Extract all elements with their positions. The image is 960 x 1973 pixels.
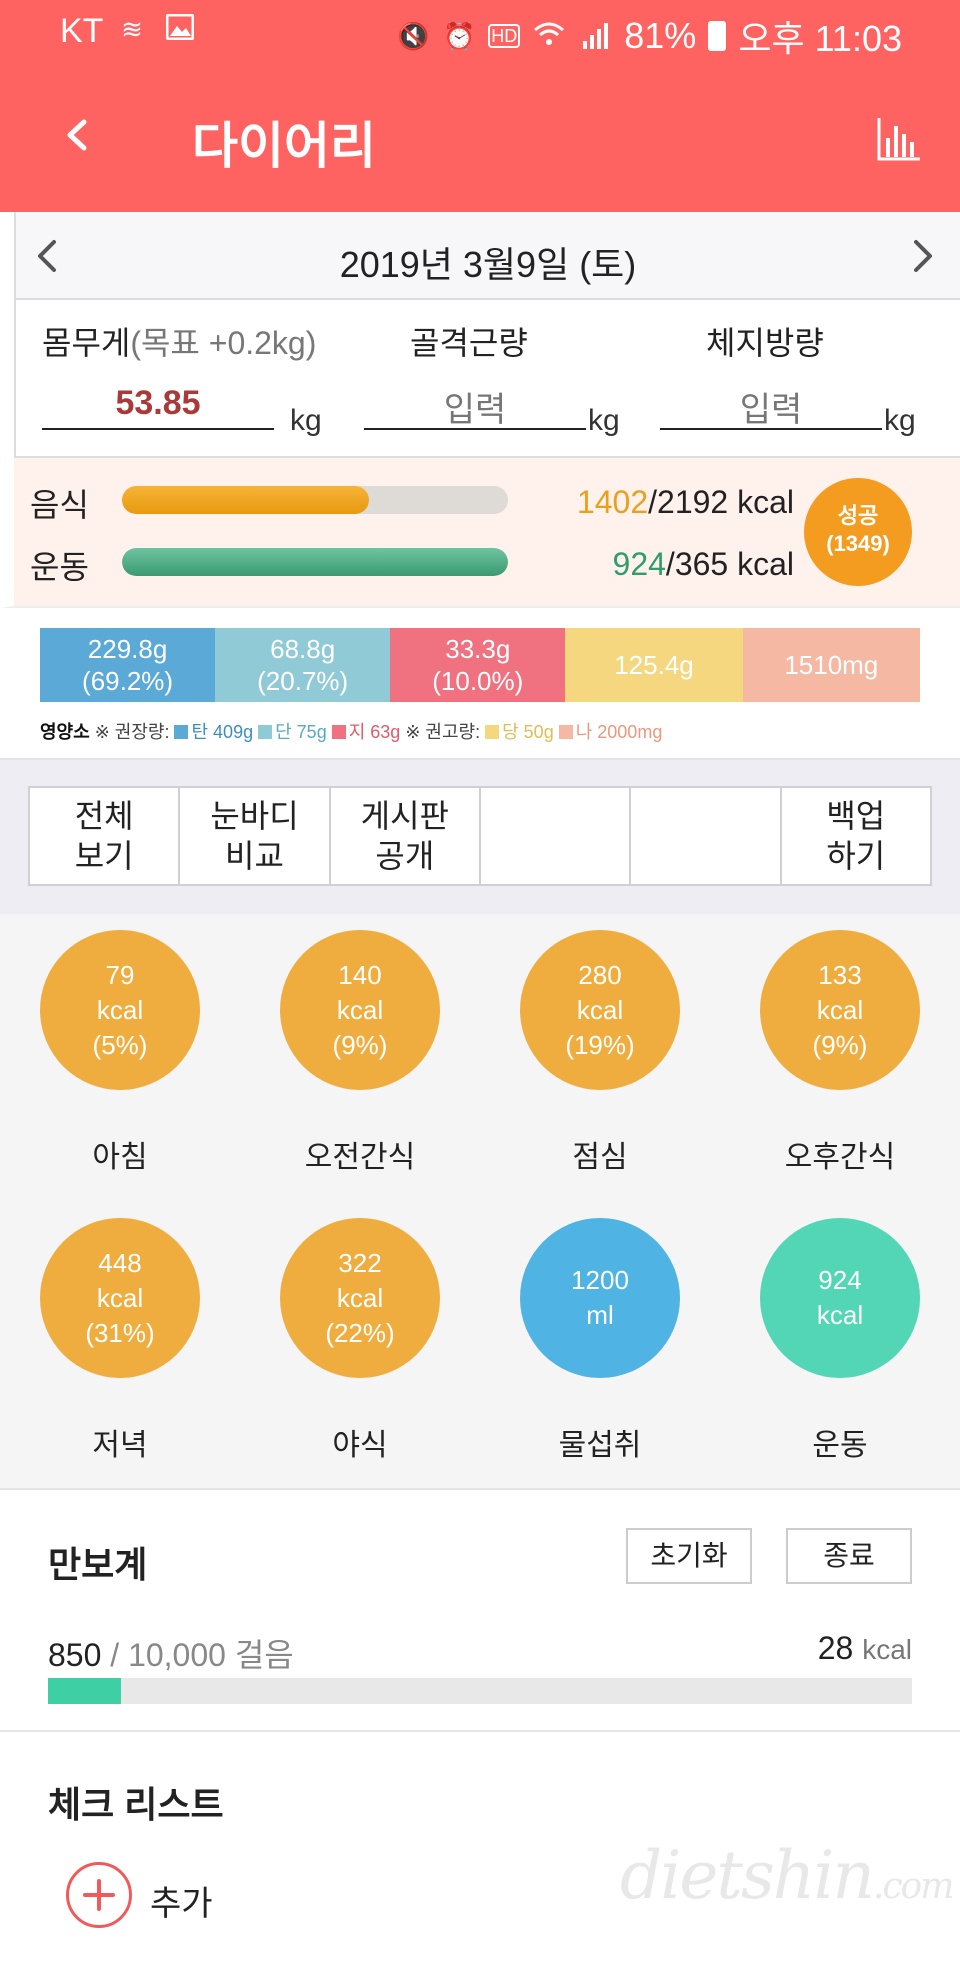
alarm-icon: ⏰ (443, 21, 476, 51)
meal-label: 야식 (332, 1429, 388, 1462)
app-header: 다이어리 (0, 62, 960, 212)
wave-icon: ≋ (121, 14, 143, 44)
exercise-kcal: 924/365 kcal (612, 546, 794, 582)
fat-input[interactable]: 입력 (660, 382, 882, 431)
add-checklist-label[interactable]: 추가 (150, 1876, 213, 1925)
fat-label: 체지방량 (706, 325, 824, 361)
muscle-label: 골격근량 (410, 325, 528, 361)
meal-kcal-circle[interactable]: 924 kcal (760, 1218, 920, 1378)
signal-icon (578, 21, 612, 51)
step-count: 850 / 10,000 걸음 (48, 1637, 294, 1673)
action-button[interactable]: 백업 하기 (782, 788, 930, 884)
nutrient-bar[interactable]: 229.8g (69.2%) 68.8g (20.7%) 33.3g (10.0%) 125… (40, 628, 920, 702)
nutrient-segment: 1510mg (742, 628, 920, 702)
mute-icon: 🔇 (397, 21, 430, 51)
carrier-label: KT (60, 12, 104, 50)
date-navigator: 2019년 3월9일 (토) (14, 212, 960, 300)
action-grid: 전체 보기 눈바디 비교 게시판 공개 백업 하기 (28, 786, 932, 886)
weight-label: 몸무게 (42, 325, 131, 361)
food-progress-bar (122, 486, 508, 514)
pedometer-kcal: 28 kcal (817, 1630, 912, 1666)
pedometer-section: 만보계 초기화 종료 850 / 10,000 걸음 28 kcal (0, 1492, 960, 1732)
page-title: 다이어리 (192, 118, 376, 174)
step-progress-bar (48, 1678, 912, 1704)
exercise-label: 운동 (30, 549, 89, 585)
calorie-summary[interactable]: 음식 1402/2192 kcal 운동 924/365 kcal 성공 (13… (0, 458, 960, 608)
meal-kcal-circle[interactable]: 133 kcal (9%) (760, 930, 920, 1090)
meal-item[interactable]: 448 kcal (31%) 저녁 (30, 1218, 210, 1464)
meal-item[interactable]: 924 kcal 운동 (750, 1218, 930, 1464)
meal-kcal-circle[interactable]: 140 kcal (9%) (280, 930, 440, 1090)
fat-unit: kg (884, 404, 916, 437)
weight-unit: kg (290, 404, 322, 437)
checklist-title: 체크 리스트 (48, 1784, 224, 1825)
muscle-input[interactable]: 입력 (364, 382, 586, 431)
reset-button[interactable]: 초기화 (626, 1528, 752, 1584)
meal-kcal-circle[interactable]: 79 kcal (5%) (40, 930, 200, 1090)
pedometer-title: 만보계 (48, 1544, 148, 1585)
muscle-section: 골격근량 (410, 318, 528, 364)
weight-section: 몸무게(목표 +0.2kg) (42, 318, 316, 364)
exercise-progress-bar (122, 548, 508, 576)
meal-kcal-circle[interactable]: 1200 ml (520, 1218, 680, 1378)
battery-icon (708, 21, 727, 51)
battery-percent: 81% (624, 15, 697, 56)
meal-kcal-circle[interactable]: 280 kcal (19%) (520, 930, 680, 1090)
nutrient-segment: 68.8g (20.7%) (215, 628, 391, 702)
action-button[interactable] (631, 788, 782, 884)
wifi-icon (532, 21, 566, 51)
action-bar: 전체 보기 눈바디 비교 게시판 공개 백업 하기 (0, 758, 960, 914)
image-icon (163, 13, 197, 44)
nutrient-segment: 33.3g (10.0%) (390, 628, 566, 702)
add-icon[interactable] (66, 1862, 132, 1928)
action-button[interactable]: 눈바디 비교 (180, 788, 331, 884)
meal-item[interactable]: 322 kcal (22%) 야식 (270, 1218, 450, 1464)
meal-item[interactable]: 1200 ml 물섭취 (510, 1218, 690, 1464)
success-badge: 성공 (1349) (804, 478, 912, 586)
meal-label: 오후간식 (784, 1141, 896, 1174)
nutrient-segment: 229.8g (69.2%) (40, 628, 216, 702)
hd-icon: HD (488, 24, 521, 48)
weight-goal-hint: (목표 +0.2kg) (130, 325, 317, 361)
meal-kcal-circle[interactable]: 322 kcal (22%) (280, 1218, 440, 1378)
checklist-section: 체크 리스트 dietshin.com 추가 (0, 1732, 960, 1973)
clock: 오후 11:03 (738, 18, 902, 59)
meal-item[interactable]: 79 kcal (5%) 아침 (30, 930, 210, 1176)
back-icon[interactable] (58, 110, 98, 160)
fat-section: 체지방량 (706, 318, 824, 364)
meal-label: 저녁 (92, 1429, 148, 1462)
meal-item[interactable]: 280 kcal (19%) 점심 (510, 930, 690, 1176)
date-label[interactable]: 2019년 3월9일 (토) (16, 236, 960, 288)
food-label: 음식 (30, 487, 89, 523)
action-button[interactable]: 게시판 공개 (331, 788, 481, 884)
meal-label: 아침 (92, 1141, 148, 1174)
next-date-icon[interactable] (902, 234, 942, 278)
nutrient-segment: 125.4g (565, 628, 743, 702)
action-button[interactable] (481, 788, 632, 884)
watermark-logo: dietshin.com (620, 1837, 954, 1914)
body-measurements: 몸무게(목표 +0.2kg) 53.85 kg 골격근량 입력 kg 체지방량 … (14, 300, 960, 458)
nutrient-legend: 영양소 ※ 권장량: 탄 409g 단 75g 지 63g ※ 권고량: 당 5… (40, 722, 663, 742)
meal-label: 오전간식 (304, 1141, 416, 1174)
meal-kcal-circle[interactable]: 448 kcal (31%) (40, 1218, 200, 1378)
food-kcal: 1402/2192 kcal (576, 484, 794, 520)
meal-item[interactable]: 133 kcal (9%) 오후간식 (750, 930, 930, 1176)
meal-grid: 79 kcal (5%) 아침 140 kcal (9%) 오전간식 280 kcal (19%) 점… (0, 914, 960, 1490)
meal-label: 점심 (572, 1141, 628, 1174)
muscle-unit: kg (588, 404, 620, 437)
meal-label: 운동 (812, 1429, 868, 1462)
status-bar: KT ≋ 🔇 ⏰ HD 81% 오후 11:03 (0, 0, 960, 62)
meal-label: 물섭취 (558, 1429, 642, 1462)
action-button[interactable]: 전체 보기 (30, 788, 181, 884)
stop-button[interactable]: 종료 (786, 1528, 912, 1584)
meal-item[interactable]: 140 kcal (9%) 오전간식 (270, 930, 450, 1176)
bar-chart-icon[interactable] (876, 116, 922, 162)
weight-input[interactable]: 53.85 (42, 384, 274, 423)
